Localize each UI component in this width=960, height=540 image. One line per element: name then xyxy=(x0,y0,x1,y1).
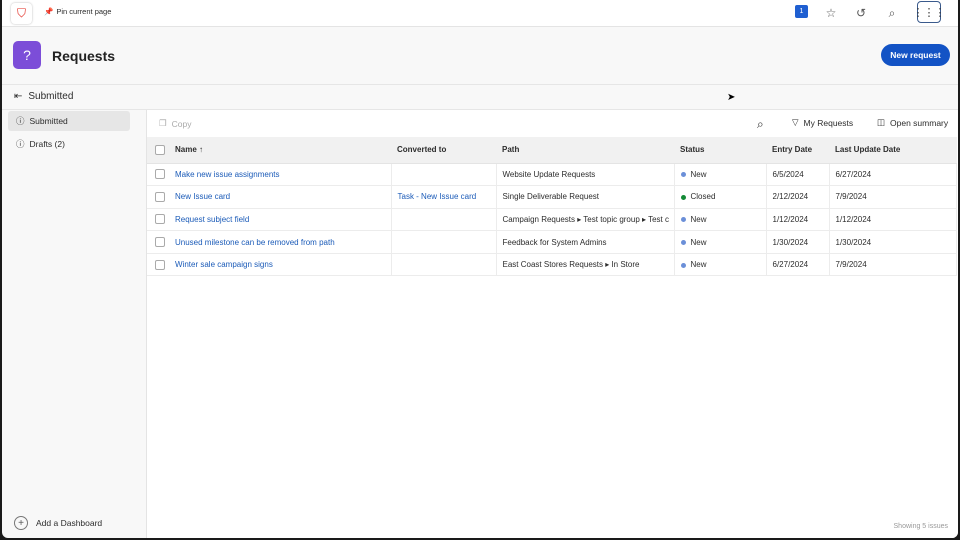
status-cell: New xyxy=(674,230,767,254)
table-row[interactable]: Winter sale campaign signs East Coast St… xyxy=(147,253,957,277)
table-row[interactable]: Request subject field Campaign Requests … xyxy=(147,208,957,232)
column-header-entry-date[interactable]: Entry Date xyxy=(766,137,829,164)
app-window: ⛉ 📌 Pin current page 1 ☆ ↺ ⌕ ⋮⋮⋮ ? Reques… xyxy=(2,0,958,538)
open-summary-button[interactable]: ◫ Open summary xyxy=(877,117,948,128)
entry-date-cell: 6/27/2024 xyxy=(766,253,830,277)
request-name-link[interactable]: Make new issue assignments xyxy=(175,170,280,179)
my-requests-filter[interactable]: ▽ My Requests xyxy=(792,117,853,128)
table-search-icon[interactable]: ⌕ xyxy=(757,117,764,132)
breadcrumb[interactable]: ⇤ Submitted xyxy=(14,91,73,102)
status-dot-icon xyxy=(680,217,686,223)
path-cell: Feedback for System Admins xyxy=(496,230,675,254)
entry-date-cell: 1/12/2024 xyxy=(766,208,830,232)
top-bar: ⛉ 📌 Pin current page 1 ☆ ↺ ⌕ ⋮⋮⋮ xyxy=(2,0,958,27)
new-request-button[interactable]: New request xyxy=(881,44,950,66)
apps-grid-icon[interactable]: ⋮⋮⋮ xyxy=(913,1,946,23)
column-header-status[interactable]: Status xyxy=(674,137,766,164)
column-header-converted[interactable]: Converted to xyxy=(391,137,496,164)
page-title: Requests xyxy=(52,48,116,64)
row-checkbox[interactable] xyxy=(147,163,169,187)
pin-icon: 📌 xyxy=(44,7,54,16)
path-cell: Website Update Requests xyxy=(496,163,675,187)
add-dashboard-button[interactable]: + Add a Dashboard xyxy=(14,516,102,530)
last-update-cell: 1/12/2024 xyxy=(829,208,957,232)
app-logo[interactable]: ⛉ xyxy=(11,3,32,24)
copy-icon: ❐ xyxy=(159,118,167,128)
requests-app-icon: ? xyxy=(13,41,41,69)
table-row[interactable]: Make new issue assignments Website Updat… xyxy=(147,163,957,187)
sidebar-item-submitted[interactable]: ⓘ Submitted xyxy=(8,111,130,131)
table-row[interactable]: New Issue card Task - New Issue card Sin… xyxy=(147,185,957,209)
request-name-link[interactable]: New Issue card xyxy=(175,192,230,201)
question-bubble-icon: ⓘ xyxy=(16,116,25,126)
row-checkbox[interactable] xyxy=(147,208,169,232)
entry-date-cell: 2/12/2024 xyxy=(766,185,830,209)
path-cell: Single Deliverable Request xyxy=(496,185,675,209)
last-update-cell: 7/9/2024 xyxy=(829,253,957,277)
status-dot-icon xyxy=(680,239,686,245)
summary-panel-icon: ◫ xyxy=(877,117,886,127)
row-checkbox[interactable] xyxy=(147,185,169,209)
path-cell: East Coast Stores Requests ▸ In Store xyxy=(496,253,675,277)
status-cell: Closed xyxy=(674,185,767,209)
requests-table: Name ↑ Converted to Path Status Entry Da… xyxy=(147,137,957,277)
status-dot-icon xyxy=(680,262,686,268)
copy-button[interactable]: ❐ Copy xyxy=(159,118,191,129)
status-cell: New xyxy=(674,208,767,232)
status-dot-icon xyxy=(680,172,686,178)
filter-icon: ▽ xyxy=(792,117,799,127)
history-icon[interactable]: ↺ xyxy=(852,5,870,21)
status-dot-icon xyxy=(680,194,686,200)
row-checkbox[interactable] xyxy=(147,230,169,254)
path-cell: Campaign Requests ▸ Test topic group ▸ T… xyxy=(496,208,675,232)
sidebar-item-drafts[interactable]: ⓘ Drafts (2) xyxy=(8,134,130,154)
pin-current-page-button[interactable]: 📌 Pin current page xyxy=(44,7,111,16)
row-checkbox[interactable] xyxy=(147,253,169,277)
results-count: Showing 5 issues xyxy=(893,523,948,530)
collapse-panel-icon[interactable]: ⇤ xyxy=(14,91,22,102)
entry-date-cell: 6/5/2024 xyxy=(766,163,830,187)
request-name-link[interactable]: Request subject field xyxy=(175,215,249,224)
column-header-name[interactable]: Name ↑ xyxy=(169,137,391,164)
plus-icon: + xyxy=(14,516,28,530)
last-update-cell: 6/27/2024 xyxy=(829,163,957,187)
last-update-cell: 1/30/2024 xyxy=(829,230,957,254)
status-cell: New xyxy=(674,163,767,187)
column-header-last-update[interactable]: Last Update Date xyxy=(829,137,957,164)
request-name-link[interactable]: Unused milestone can be removed from pat… xyxy=(175,238,335,247)
question-bubble-icon: ⓘ xyxy=(16,139,25,149)
star-icon[interactable]: ☆ xyxy=(822,5,840,21)
last-update-cell: 7/9/2024 xyxy=(829,185,957,209)
request-name-link[interactable]: Winter sale campaign signs xyxy=(175,260,273,269)
converted-to-link[interactable]: Task - New Issue card xyxy=(398,192,477,201)
entry-date-cell: 1/30/2024 xyxy=(766,230,830,254)
select-all-checkbox[interactable] xyxy=(147,137,169,164)
column-header-path[interactable]: Path xyxy=(496,137,674,164)
page-header: ? Requests New request xyxy=(2,28,958,85)
search-icon[interactable]: ⌕ xyxy=(883,5,901,21)
mouse-cursor-icon: ➤ xyxy=(727,92,736,103)
main-panel: ❐ Copy ⌕ ▽ My Requests ◫ Open summary Name … xyxy=(146,110,958,538)
status-cell: New xyxy=(674,253,767,277)
table-row[interactable]: Unused milestone can be removed from pat… xyxy=(147,230,957,254)
notification-badge[interactable]: 1 xyxy=(795,5,808,18)
sidebar: ⓘ Submitted ⓘ Drafts (2) + Add a Dashboard xyxy=(2,110,146,538)
